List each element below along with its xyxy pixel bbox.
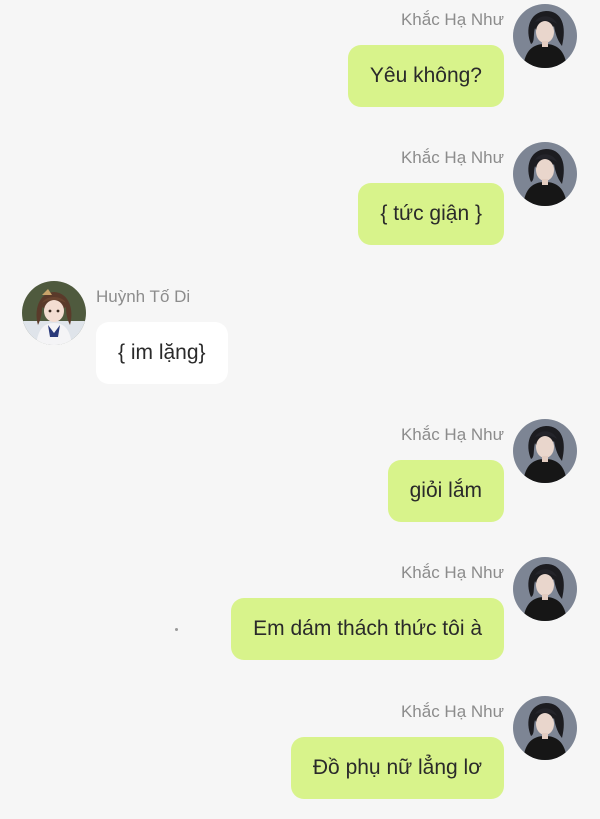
dark-hair-woman-avatar[interactable] xyxy=(513,4,577,68)
dark-hair-woman-avatar[interactable] xyxy=(513,557,577,621)
message-bubble[interactable]: Đồ phụ nữ lẳng lơ xyxy=(290,737,504,799)
message-bubble[interactable]: giỏi lắm xyxy=(387,460,504,522)
schoolgirl-avatar[interactable] xyxy=(22,281,86,345)
sender-name: Khắc Hạ Như xyxy=(400,563,504,582)
sender-name: Khắc Hạ Như xyxy=(400,702,504,721)
sender-name: Khắc Hạ Như xyxy=(400,148,504,167)
dark-hair-woman-avatar[interactable] xyxy=(513,142,577,206)
sender-name: Huỳnh Tố Di xyxy=(96,287,191,306)
stray-dot xyxy=(175,628,178,631)
message-bubble[interactable]: Em dám thách thức tôi à xyxy=(231,598,504,660)
message-bubble[interactable]: { tức giận } xyxy=(358,183,504,245)
chat-view: Khắc Hạ Như Yêu không? Khắc Hạ Như { tức… xyxy=(0,0,600,819)
message-bubble[interactable]: Yêu không? xyxy=(347,45,504,107)
message-bubble[interactable]: { im lặng} xyxy=(96,322,228,384)
dark-hair-woman-avatar[interactable] xyxy=(513,696,577,760)
dark-hair-woman-avatar[interactable] xyxy=(513,419,577,483)
sender-name: Khắc Hạ Như xyxy=(400,425,504,444)
sender-name: Khắc Hạ Như xyxy=(400,10,504,29)
